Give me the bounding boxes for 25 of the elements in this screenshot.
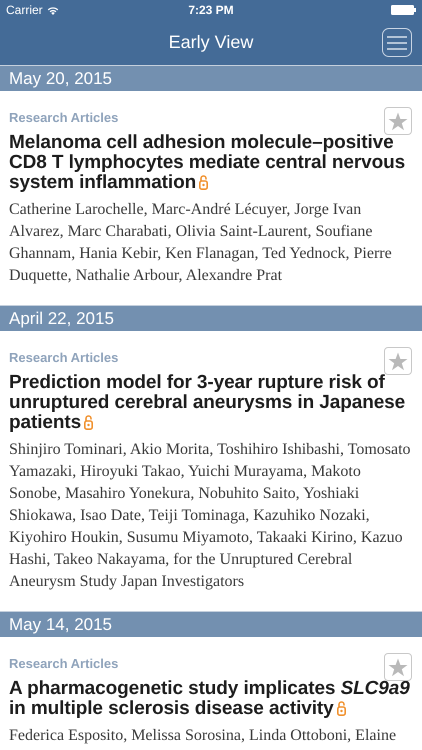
article-category: Research Articles [9, 656, 118, 671]
article-title[interactable]: Melanoma cell adhesion molecule–positive CD8 T lymphocytes mediate central nervous system inflammation [9, 133, 410, 193]
article-category: Research Articles [9, 350, 118, 365]
article-title[interactable]: A pharmacogenetic study implicates SLC9a9 in multiple sclerosis disease activity [9, 679, 410, 719]
bookmark-button[interactable] [384, 347, 412, 375]
bookmark-button[interactable] [384, 107, 412, 135]
bookmark-button[interactable] [384, 653, 412, 681]
date-header: May 20, 2015 [9, 69, 112, 88]
battery-icon [391, 5, 416, 15]
article-category: Research Articles [9, 110, 118, 125]
screen-title: Early View [168, 32, 254, 53]
status-time: 7:23 PM [188, 3, 234, 17]
date-header: May 14, 2015 [9, 615, 112, 634]
article-authors: Catherine Larochelle, Marc-André Lécuyer, Jorge Ivan Alvarez, Marc Charabati, Olivia Saint-Laurent, Soufiane Ghannam, Hania Kebir, Ken Flanagan, Ted Yednock, Pierre Duquette, Nathalie Arbour, Alexandre Prat [9, 200, 393, 286]
menu-icon [387, 36, 407, 50]
star-icon [388, 112, 408, 130]
date-header: April 22, 2015 [9, 309, 114, 328]
star-icon [388, 658, 408, 676]
article-authors: Federica Esposito, Melissa Sorosina, Linda Ottoboni, Elaine [9, 726, 398, 746]
menu-button[interactable] [382, 28, 412, 57]
carrier-name: Carrier [6, 3, 43, 17]
wifi-icon [46, 6, 59, 14]
star-icon [388, 352, 408, 370]
article-title[interactable]: Prediction model for 3-year rupture risk of unruptured cerebral aneurysms in Japanese patients [9, 373, 410, 433]
article-authors: Shinjiro Tominari, Akio Morita, Toshihiro Ishibashi, Tomosato Yamazaki, Hiroyuki Takao, Yuichi Murayama, Makoto Sonobe, Masahiro Yonekura, Nobuhito Saito, Yoshiaki Shiokawa, Isao Date, Teiji Tominaga, Kazuhiko Nozaki, Kiyohiro Houkin, Susumu Miyamoto, Takaaki Kirino, Kazuo Hashi, Takeo Nakayama, for the Unruptured Cerebral Aneurysm Study Japan Investigators [9, 440, 412, 592]
